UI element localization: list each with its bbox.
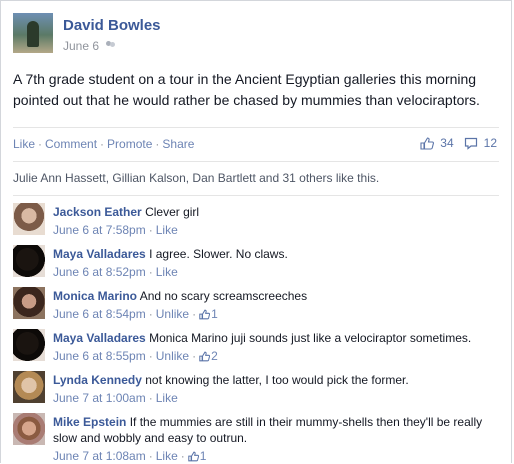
separator-dot: · [148, 449, 153, 463]
divider [13, 127, 499, 128]
separator-dot: · [192, 349, 197, 363]
likes-summary[interactable]: Julie Ann Hassett, Gillian Kalson, Dan B… [13, 171, 379, 185]
commenter-name[interactable]: Maya Valladares [53, 331, 146, 345]
separator-dot: · [155, 137, 160, 151]
comment-like-count[interactable]: 2 [211, 349, 218, 363]
separator-dot: · [100, 137, 105, 151]
comment-time[interactable]: June 6 at 8:55pm [53, 349, 146, 363]
comment-text: Clever girl [145, 205, 200, 219]
comment-like-count[interactable]: 1 [200, 449, 207, 463]
commenter-name[interactable]: Jackson Eather [53, 205, 142, 219]
separator-dot: · [180, 449, 185, 463]
comment-text: And no scary screamscreeches [139, 289, 308, 303]
author-avatar[interactable] [13, 13, 53, 53]
comment-text: not knowing the latter, I too would pick… [145, 373, 409, 387]
comment-like-count[interactable]: 1 [211, 307, 218, 321]
commenter-avatar[interactable] [13, 287, 45, 319]
comment-time[interactable]: June 6 at 8:52pm [53, 265, 146, 279]
statue-figure [27, 21, 39, 47]
comment-meta: June 7 at 1:00am · Like [53, 390, 501, 406]
comment-unlike-link[interactable]: Unlike [156, 307, 189, 321]
comment-like-link[interactable]: Like [156, 391, 178, 405]
likes-count[interactable]: 34 [440, 136, 453, 150]
speech-bubble-icon[interactable] [464, 137, 478, 150]
comment-time[interactable]: June 7 at 1:08am [53, 449, 146, 463]
separator-dot: · [148, 223, 153, 237]
commenter-avatar[interactable] [13, 329, 45, 361]
divider [13, 195, 499, 196]
comment-text: I agree. Slower. No claws. [149, 247, 288, 261]
comment-like-link[interactable]: Like [156, 265, 178, 279]
thumbs-up-icon[interactable] [199, 309, 211, 320]
comment-time[interactable]: June 6 at 7:58pm [53, 223, 146, 237]
post-actions: Like · Comment · Promote · Share [13, 137, 194, 151]
engagement-counts: 34 12 [420, 136, 497, 150]
comment-unlike-link[interactable]: Unlike [156, 349, 189, 363]
divider [13, 161, 499, 162]
comment-like-link[interactable]: Like [156, 449, 178, 463]
thumbs-up-icon[interactable] [188, 451, 199, 462]
thumbs-up-icon[interactable] [199, 351, 211, 362]
separator-dot: · [192, 307, 197, 321]
commenter-name[interactable]: Mike Epstein [53, 415, 126, 429]
comment-body: Jackson Eather Clever girl June 6 at 7:5… [53, 204, 501, 238]
like-link[interactable]: Like [13, 137, 35, 151]
comment-meta: June 6 at 8:52pm · Like [53, 264, 501, 280]
comment-body: Monica Marino And no scary screamscreech… [53, 288, 501, 322]
commenter-name[interactable]: Monica Marino [53, 289, 137, 303]
comment-meta: June 6 at 7:58pm · Like [53, 222, 501, 238]
comment-link[interactable]: Comment [45, 137, 97, 151]
comments-count[interactable]: 12 [484, 136, 497, 150]
separator-dot: · [148, 265, 153, 279]
separator-dot: · [148, 349, 153, 363]
post-date[interactable]: June 6 [63, 39, 99, 53]
separator-dot: · [38, 137, 43, 151]
post-text: A 7th grade student on a tour in the Anc… [13, 71, 480, 108]
commenter-avatar[interactable] [13, 371, 45, 403]
promote-link[interactable]: Promote [107, 137, 152, 151]
comment-body: Maya Valladares Monica Marino juji sound… [53, 330, 501, 364]
commenter-avatar[interactable] [13, 245, 45, 277]
comment-meta: June 6 at 8:54pm · Unlike · 1 [53, 306, 501, 322]
comment-like-link[interactable]: Like [156, 223, 178, 237]
author-name[interactable]: David Bowles [63, 17, 161, 34]
comment-meta: June 7 at 1:08am · Like · 1 [53, 448, 501, 464]
commenter-avatar[interactable] [13, 413, 45, 445]
separator-dot: · [148, 307, 153, 321]
comment-meta: June 6 at 8:55pm · Unlike · 2 [53, 348, 501, 364]
commenter-name[interactable]: Maya Valladares [53, 247, 146, 261]
comment-body: Mike Epstein If the mummies are still in… [53, 414, 501, 464]
post-card: David Bowles June 6 A 7th grade student … [0, 0, 512, 463]
comment-time[interactable]: June 6 at 8:54pm [53, 307, 146, 321]
friends-icon[interactable] [105, 41, 116, 51]
commenter-avatar[interactable] [13, 203, 45, 235]
post-meta: June 6 [63, 39, 116, 53]
thumbs-up-icon[interactable] [420, 136, 435, 150]
comment-text: Monica Marino juji sounds just like a ve… [149, 331, 472, 345]
commenter-name[interactable]: Lynda Kennedy [53, 373, 142, 387]
comment-body: Lynda Kennedy not knowing the latter, I … [53, 372, 501, 406]
comment-time[interactable]: June 7 at 1:00am [53, 391, 146, 405]
share-link[interactable]: Share [162, 137, 194, 151]
comment-body: Maya Valladares I agree. Slower. No claw… [53, 246, 501, 280]
separator-dot: · [148, 391, 153, 405]
